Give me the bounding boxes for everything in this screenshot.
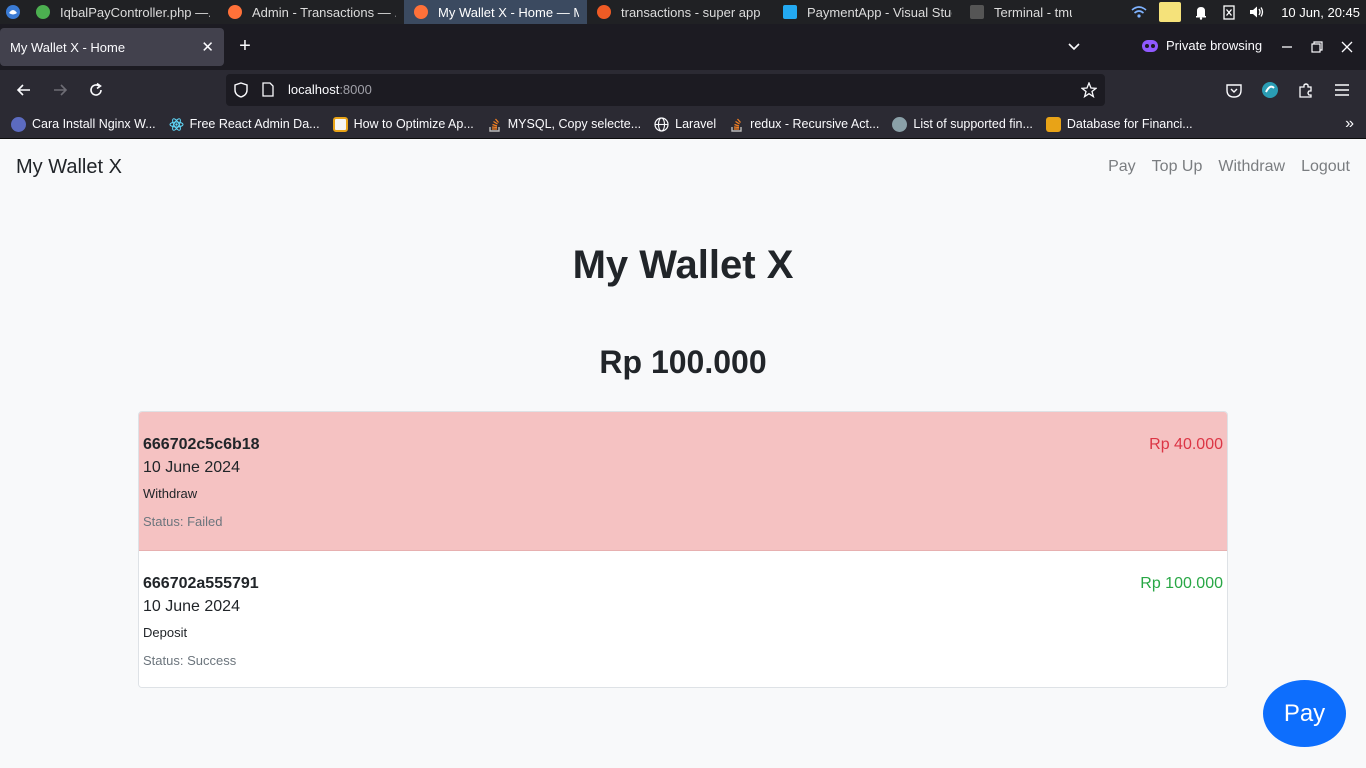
address-bar[interactable]: localhost:8000 — [226, 74, 1105, 106]
page-icon — [262, 82, 278, 98]
react-icon — [169, 117, 184, 132]
transaction-type: Deposit — [143, 625, 188, 640]
task-my-wallet-x[interactable]: My Wallet X - Home — M... — [404, 0, 587, 24]
transaction-id: 666702c5c6b18 — [143, 436, 260, 453]
close-window-icon[interactable] — [1336, 36, 1358, 58]
clock[interactable]: 10 Jun, 20:45 — [1281, 5, 1360, 20]
private-browsing-label: Private browsing — [1166, 38, 1263, 53]
wifi-icon[interactable] — [1131, 4, 1147, 20]
system-tray: 10 Jun, 20:45 — [1131, 0, 1366, 24]
bookmark-item[interactable]: Database for Financi... — [1045, 116, 1193, 132]
reload-icon[interactable] — [84, 78, 108, 102]
menu-icon[interactable] — [1330, 78, 1354, 102]
bookmark-favicon-icon — [1045, 116, 1061, 132]
transaction-date: 10 June 2024 — [143, 459, 240, 476]
transaction-status: Status: Failed — [143, 514, 223, 529]
shield-icon[interactable] — [234, 82, 250, 98]
extension-icon[interactable] — [1258, 78, 1282, 102]
page-title: My Wallet X — [572, 243, 794, 287]
bookmark-favicon-icon — [892, 116, 908, 132]
bookmark-item[interactable]: redux - Recursive Act... — [729, 117, 879, 132]
task-transactions-super-app[interactable]: transactions - super app — [587, 0, 773, 24]
transaction-date: 10 June 2024 — [143, 598, 240, 615]
postman-icon — [597, 5, 611, 19]
more-bookmarks-icon[interactable]: » — [1345, 115, 1354, 133]
tab-my-wallet-x[interactable]: My Wallet X - Home ✕ — [0, 28, 224, 66]
url-host: localhost — [288, 82, 340, 97]
transaction-item[interactable]: 666702a555791 10 June 2024 Deposit Statu… — [139, 551, 1227, 687]
browser-navigation-bar: localhost:8000 — [0, 70, 1366, 110]
restore-icon[interactable] — [1306, 36, 1328, 58]
close-tab-icon[interactable]: ✕ — [201, 38, 214, 56]
nav-withdraw-link[interactable]: Withdraw — [1210, 158, 1293, 176]
new-tab-button[interactable]: + — [234, 36, 256, 58]
site-brand[interactable]: My Wallet X — [16, 156, 122, 179]
wallet-balance: Rp 100.000 — [599, 344, 767, 380]
clipboard-icon[interactable] — [1221, 4, 1237, 20]
transaction-item[interactable]: 666702c5c6b18 10 June 2024 Withdraw Stat… — [139, 412, 1227, 551]
bookmark-item[interactable]: How to Optimize Ap... — [332, 116, 474, 132]
task-terminal[interactable]: Terminal - tmux — [960, 0, 1080, 24]
transaction-type: Withdraw — [143, 486, 198, 501]
bookmark-item[interactable]: Free React Admin Da... — [169, 117, 320, 132]
bookmark-favicon-icon — [332, 116, 348, 132]
nav-pay-link[interactable]: Pay — [1100, 158, 1144, 176]
bookmark-item[interactable]: Laravel — [654, 116, 716, 132]
pay-fab-button[interactable]: Pay — [1263, 680, 1346, 747]
task-vscode[interactable]: PaymentApp - Visual Stud... — [773, 0, 960, 24]
private-browsing-indicator: Private browsing — [1142, 38, 1262, 53]
page-content: My Wallet X Pay Top Up Withdraw Logout M… — [0, 139, 1366, 768]
browser-tab-strip: My Wallet X - Home ✕ + Private browsing — [0, 24, 1366, 70]
private-mask-icon — [1142, 39, 1158, 52]
chevron-down-icon[interactable] — [1066, 38, 1084, 56]
bookmark-favicon-icon — [11, 116, 26, 132]
os-taskbar: IqbalPayController.php —... Admin - Tran… — [0, 0, 1366, 24]
volume-icon[interactable] — [1249, 4, 1265, 20]
terminal-icon — [970, 5, 984, 19]
transaction-id: 666702a555791 — [143, 575, 259, 592]
site-nav: Pay Top Up Withdraw Logout — [1100, 158, 1358, 176]
task-iqbalpaycontroller[interactable]: IqbalPayController.php —... — [26, 0, 218, 24]
url-port: :8000 — [339, 82, 372, 97]
bell-icon[interactable] — [1193, 4, 1209, 20]
back-icon[interactable] — [12, 78, 36, 102]
url-text: localhost:8000 — [288, 81, 372, 99]
transaction-amount: Rp 100.000 — [1140, 575, 1223, 592]
stackoverflow-icon — [729, 117, 744, 132]
bookmark-item[interactable]: MYSQL, Copy selecte... — [487, 117, 641, 132]
minimize-icon[interactable] — [1276, 36, 1298, 58]
globe-icon — [654, 116, 669, 132]
transaction-list: 666702c5c6b18 10 June 2024 Withdraw Stat… — [138, 411, 1228, 688]
forward-icon[interactable] — [48, 78, 72, 102]
tab-title: My Wallet X - Home — [10, 39, 126, 55]
app-launcher-icon[interactable] — [0, 0, 26, 24]
nav-top-up-link[interactable]: Top Up — [1144, 158, 1211, 176]
bookmark-item[interactable]: Cara Install Nginx W... — [11, 116, 156, 132]
firefox-icon — [414, 5, 428, 19]
vscode-icon — [783, 5, 797, 19]
stackoverflow-icon — [487, 117, 502, 132]
nav-logout-link[interactable]: Logout — [1293, 158, 1358, 176]
firefox-icon — [228, 5, 242, 19]
bookmarks-bar: Cara Install Nginx W... Free React Admin… — [0, 110, 1366, 139]
transaction-status: Status: Success — [143, 653, 237, 668]
extensions-puzzle-icon[interactable] — [1294, 78, 1318, 102]
sticky-note-icon[interactable] — [1159, 2, 1182, 22]
task-admin-transactions[interactable]: Admin - Transactions — ... — [218, 0, 404, 24]
pocket-icon[interactable] — [1222, 78, 1246, 102]
transaction-amount: Rp 40.000 — [1149, 436, 1223, 453]
bookmark-item[interactable]: List of supported fin... — [892, 116, 1033, 132]
app-icon — [36, 5, 50, 19]
bookmark-star-icon[interactable] — [1081, 82, 1097, 98]
